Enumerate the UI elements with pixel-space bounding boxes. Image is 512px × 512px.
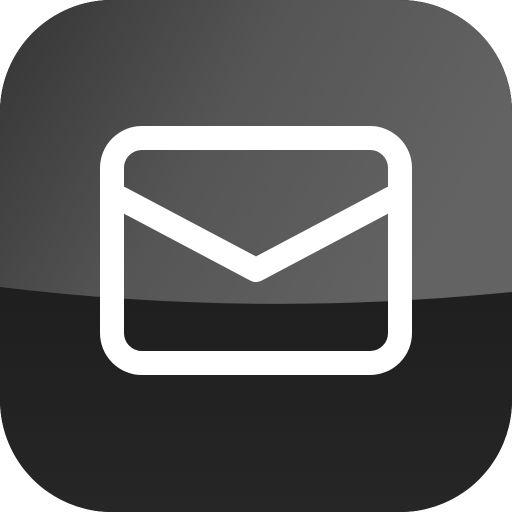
- app-icon-stage: [0, 0, 512, 512]
- app-icon-graphic: [0, 0, 512, 512]
- mail-app-icon[interactable]: [0, 0, 512, 512]
